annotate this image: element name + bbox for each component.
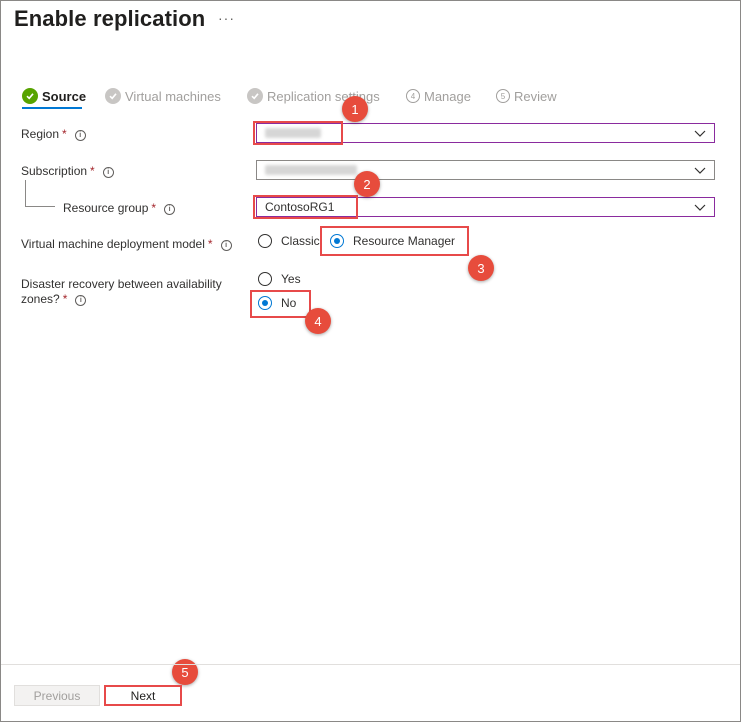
radio-yes[interactable]: Yes: [258, 272, 301, 286]
next-button[interactable]: Next: [104, 685, 182, 706]
active-step-indicator: [22, 107, 82, 109]
required-marker: *: [151, 201, 157, 215]
redacted-value: [265, 165, 357, 175]
more-options-icon[interactable]: ···: [218, 10, 235, 26]
step-label: Manage: [424, 88, 471, 104]
blade-frame: [0, 0, 741, 722]
disaster-recovery-label: Disaster recovery between availability z…: [21, 277, 222, 306]
info-icon[interactable]: i: [74, 130, 86, 141]
step-badge: 4: [305, 308, 331, 334]
info-icon[interactable]: i: [220, 240, 232, 251]
info-icon[interactable]: i: [75, 295, 87, 306]
step-badge: 5: [172, 659, 198, 685]
required-marker: *: [90, 164, 95, 178]
chevron-down-icon: [694, 204, 706, 211]
radio-label: Classic: [281, 234, 320, 248]
highlight-region: [253, 121, 343, 145]
radio-label: Yes: [281, 272, 301, 286]
required-marker: *: [207, 237, 213, 251]
required-marker: *: [62, 292, 68, 306]
resource-group-label: Resource group * i: [63, 201, 176, 215]
check-circle-icon: [247, 88, 263, 104]
highlight-resource-manager: [320, 226, 469, 256]
step-virtual-machines[interactable]: Virtual machines: [105, 86, 221, 106]
required-marker: *: [62, 127, 67, 141]
region-label: Region * i: [21, 127, 86, 141]
deployment-model-label: Virtual machine deployment model * i: [21, 237, 232, 251]
highlight-no: [250, 290, 311, 318]
step-review[interactable]: 5 Review: [496, 86, 557, 106]
highlight-resource-group: [253, 195, 358, 219]
step-label: Review: [514, 88, 557, 104]
footer-divider: [1, 664, 740, 665]
subscription-dropdown[interactable]: [256, 160, 715, 180]
radio-circle[interactable]: [258, 272, 272, 286]
step-number-icon: 5: [496, 89, 510, 103]
step-badge: 3: [468, 255, 494, 281]
tree-connector: [25, 180, 26, 207]
step-badge: 2: [354, 171, 380, 197]
tree-connector: [25, 206, 55, 207]
check-circle-icon: [22, 88, 38, 104]
step-number-icon: 4: [406, 89, 420, 103]
chevron-down-icon: [694, 167, 706, 174]
check-circle-icon: [105, 88, 121, 104]
subscription-label: Subscription * i: [21, 164, 114, 178]
info-icon[interactable]: i: [102, 167, 114, 178]
step-source[interactable]: Source: [22, 86, 86, 106]
chevron-down-icon: [694, 130, 706, 137]
step-label: Virtual machines: [125, 88, 221, 104]
radio-circle[interactable]: [258, 234, 272, 248]
step-badge: 1: [342, 96, 368, 122]
info-icon[interactable]: i: [164, 204, 176, 215]
step-manage[interactable]: 4 Manage: [406, 86, 471, 106]
previous-button[interactable]: Previous: [14, 685, 100, 706]
radio-classic[interactable]: Classic: [258, 234, 320, 248]
page-title: Enable replication: [14, 6, 206, 31]
step-label: Source: [42, 88, 87, 104]
